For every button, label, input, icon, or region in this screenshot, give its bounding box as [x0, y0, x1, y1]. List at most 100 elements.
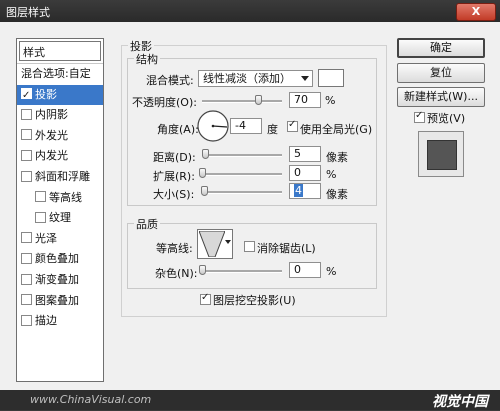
angle-dial[interactable] — [196, 109, 230, 143]
style-checkbox[interactable] — [35, 191, 46, 203]
styles-item[interactable]: 纹理 — [17, 208, 103, 228]
style-checkbox[interactable] — [21, 232, 32, 244]
layer-style-dialog: 图层样式 X 样式 混合选项:自定投影内阴影外发光内发光斜面和浮雕等高线纹理光泽… — [0, 0, 500, 410]
styles-header[interactable]: 样式 — [19, 41, 101, 61]
angle-unit: 度 — [267, 123, 278, 136]
anti-alias-checkbox[interactable] — [244, 241, 255, 252]
opacity-input[interactable]: 70 — [289, 92, 321, 108]
contour-label: 等高线: — [156, 242, 193, 255]
styles-item-label: 投影 — [35, 87, 57, 101]
noise-input[interactable]: 0 — [289, 262, 321, 278]
styles-item-label: 混合选项:自定 — [21, 67, 91, 80]
opacity-slider-thumb[interactable] — [255, 95, 262, 105]
blend-mode-value: 线性减淡（添加） — [203, 72, 291, 85]
noise-label: 杂色(N): — [155, 267, 198, 280]
style-checkbox[interactable] — [21, 170, 32, 182]
styles-item-label: 外发光 — [35, 128, 68, 142]
chevron-down-icon — [301, 76, 309, 81]
angle-input[interactable]: -4 — [230, 118, 262, 134]
styles-item[interactable]: 外发光 — [17, 126, 103, 146]
structure-title: 结构 — [134, 51, 160, 67]
styles-header-label: 样式 — [23, 46, 45, 59]
anti-alias-label: 消除锯齿(L) — [257, 242, 316, 255]
styles-item[interactable]: 渐变叠加 — [17, 270, 103, 290]
size-input[interactable]: 4 — [289, 183, 321, 199]
spread-label: 扩展(R): — [153, 170, 195, 183]
styles-item[interactable]: 光泽 — [17, 229, 103, 249]
styles-item-label: 图案叠加 — [35, 293, 79, 307]
size-value: 4 — [294, 184, 303, 197]
styles-item[interactable]: 混合选项:自定 — [17, 64, 103, 84]
knockout-checkbox[interactable] — [200, 292, 211, 305]
styles-item-label: 光泽 — [35, 231, 57, 245]
dialog-title: 图层样式 — [6, 6, 50, 19]
shadow-color-swatch[interactable] — [318, 69, 344, 87]
blend-mode-select[interactable]: 线性减淡（添加） — [198, 70, 313, 87]
styles-item[interactable]: 斜面和浮雕 — [17, 167, 103, 187]
styles-item-label: 描边 — [35, 314, 57, 328]
noise-slider[interactable] — [202, 270, 282, 273]
styles-item[interactable]: 图案叠加 — [17, 291, 103, 311]
preview-thumbnail — [418, 131, 464, 177]
new-style-button[interactable]: 新建样式(W)... — [397, 87, 485, 107]
style-checkbox[interactable] — [21, 129, 32, 141]
angle-label: 角度(A): — [157, 123, 199, 136]
style-checkbox[interactable] — [21, 252, 32, 264]
spread-slider-thumb[interactable] — [199, 168, 206, 178]
close-button[interactable]: X — [456, 3, 496, 21]
noise-unit: % — [326, 265, 337, 278]
style-checkbox[interactable] — [21, 108, 32, 120]
style-checkbox[interactable] — [21, 294, 32, 306]
style-checkbox[interactable] — [21, 86, 32, 106]
spread-slider[interactable] — [202, 173, 282, 176]
styles-item-label: 渐变叠加 — [35, 273, 79, 286]
preview-checkbox[interactable] — [414, 110, 425, 123]
styles-list: 样式 混合选项:自定投影内阴影外发光内发光斜面和浮雕等高线纹理光泽颜色叠加渐变叠… — [16, 38, 104, 382]
style-checkbox[interactable] — [21, 314, 32, 326]
style-checkbox[interactable] — [21, 149, 32, 161]
styles-item[interactable]: 颜色叠加 — [17, 249, 103, 269]
styles-item[interactable]: 内发光 — [17, 146, 103, 166]
opacity-label: 不透明度(O): — [132, 96, 197, 109]
distance-label: 距离(D): — [153, 151, 196, 164]
styles-item[interactable]: 等高线 — [17, 188, 103, 208]
distance-slider[interactable] — [202, 154, 282, 157]
global-light-checkbox[interactable] — [287, 119, 298, 132]
blend-mode-label: 混合模式: — [146, 74, 194, 87]
styles-item[interactable]: 投影 — [17, 84, 103, 106]
styles-item-label: 颜色叠加 — [35, 252, 79, 266]
spread-unit: % — [326, 168, 337, 181]
styles-item[interactable]: 描边 — [17, 311, 103, 331]
style-checkbox[interactable] — [35, 211, 46, 223]
size-label: 大小(S): — [153, 188, 195, 201]
contour-picker[interactable] — [197, 229, 233, 259]
noise-slider-thumb[interactable] — [199, 265, 206, 275]
styles-item-label: 内发光 — [35, 149, 68, 163]
opacity-unit: % — [325, 94, 336, 107]
styles-item[interactable]: 内阴影 — [17, 105, 103, 125]
styles-item-label: 斜面和浮雕 — [35, 170, 90, 183]
preview-label: 预览(V) — [427, 112, 466, 125]
watermark-text: www.ChinaVisual.com — [30, 393, 152, 406]
contour-curve-icon — [199, 231, 225, 257]
distance-unit: 像素 — [326, 151, 348, 164]
styles-item-label: 纹理 — [49, 211, 71, 225]
title-bar: 图层样式 X — [0, 0, 500, 22]
preview-swatch — [427, 140, 457, 170]
global-light-label: 使用全局光(G) — [300, 123, 373, 136]
distance-slider-thumb[interactable] — [202, 149, 209, 159]
spread-input[interactable]: 0 — [289, 165, 321, 181]
size-slider[interactable] — [202, 191, 282, 194]
styles-item-label: 内阴影 — [35, 108, 68, 122]
watermark-logo: 视觉中国 — [432, 394, 488, 410]
style-checkbox[interactable] — [21, 273, 32, 285]
size-unit: 像素 — [326, 188, 348, 201]
chevron-down-icon — [225, 240, 231, 244]
knockout-label: 图层挖空投影(U) — [213, 294, 296, 307]
styles-item-label: 等高线 — [49, 190, 82, 204]
ok-button[interactable]: 确定 — [397, 38, 485, 58]
reset-button[interactable]: 复位 — [397, 63, 485, 83]
size-slider-thumb[interactable] — [201, 186, 208, 196]
distance-input[interactable]: 5 — [289, 146, 321, 162]
opacity-slider[interactable] — [202, 100, 282, 103]
